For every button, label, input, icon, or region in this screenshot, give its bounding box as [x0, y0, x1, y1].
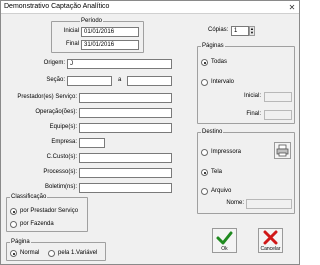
periodo-inicial-input[interactable]: 01/01/2016 [81, 27, 139, 37]
paginas-inicial-label: Inicial: [243, 93, 261, 99]
periodo-inicial-label: Inicial [63, 28, 79, 34]
secao-to-input[interactable] [127, 76, 172, 86]
pagina-legend: Página [10, 238, 31, 246]
secao-separator: a [118, 77, 122, 83]
operacao-input[interactable] [79, 108, 172, 118]
destino-legend: Destino [201, 128, 224, 136]
printer-setup-button[interactable] [274, 142, 291, 159]
processo-input[interactable] [79, 168, 172, 178]
equipe-label: Equipe(s): [49, 124, 77, 130]
origem-label: Origem: [43, 60, 65, 66]
ok-button[interactable]: Ok [212, 228, 237, 253]
report-dialog: Demonstrativo Captação Analítico ✕ Perío… [0, 0, 300, 265]
boletim-label: Boletim(ns): [44, 184, 77, 190]
empresa-input[interactable] [79, 138, 105, 148]
secao-label: Seção: [46, 77, 65, 83]
paginas-todas-radio[interactable] [201, 59, 208, 66]
destino-tela-radio[interactable] [201, 169, 208, 176]
prestador-label: Prestador(es) Serviço: [17, 94, 77, 100]
destino-impressora-label: Impressora [211, 149, 242, 155]
pagina-normal-radio[interactable] [10, 250, 17, 257]
ccusto-label: C.Custo(s): [46, 154, 77, 160]
paginas-final-input[interactable] [264, 110, 292, 120]
prestador-input[interactable] [79, 93, 172, 103]
title-bar: Demonstrativo Captação Analítico ✕ [1, 1, 299, 14]
pagina-variavel-label: pela 1.Variável [58, 250, 98, 256]
processo-label: Processo(s): [43, 169, 77, 175]
operacao-label: Operação(ões): [35, 109, 77, 115]
equipe-input[interactable] [79, 123, 172, 133]
ccusto-input[interactable] [79, 153, 172, 163]
cancel-x-icon [263, 230, 278, 245]
periodo-legend: Período [80, 17, 104, 25]
window-title: Demonstrativo Captação Analítico [4, 3, 110, 10]
paginas-inicial-input[interactable] [264, 92, 292, 102]
paginas-final-label: Final: [246, 111, 261, 117]
copias-input[interactable]: 1 [231, 26, 249, 36]
pagina-normal-label: Normal [20, 250, 40, 256]
empresa-label: Empresa: [51, 139, 77, 145]
cancel-button[interactable]: Cancelar [258, 228, 283, 253]
cancel-button-label: Cancelar [260, 246, 281, 252]
destino-tela-label: Tela [211, 169, 223, 175]
ok-button-label: Ok [221, 246, 228, 252]
periodo-final-label: Final [65, 41, 79, 47]
close-icon[interactable]: ✕ [287, 3, 297, 12]
paginas-todas-label: Todas [211, 59, 228, 65]
copias-spinner[interactable]: ▲ ▼ [249, 26, 255, 36]
destino-nome-label: Nome: [226, 200, 244, 206]
classificacao-prestador-label: por Prestador Serviço [20, 208, 79, 214]
classificacao-prestador-radio[interactable] [10, 208, 17, 215]
destino-impressora-radio[interactable] [201, 149, 208, 156]
destino-arquivo-radio[interactable] [201, 188, 208, 195]
paginas-legend: Páginas [201, 42, 225, 50]
classificacao-fazenda-radio[interactable] [10, 221, 17, 228]
paginas-intervalo-radio[interactable] [201, 79, 208, 86]
destino-arquivo-label: Arquivo [211, 188, 232, 194]
origem-input[interactable]: J [67, 59, 172, 69]
secao-from-input[interactable] [67, 76, 112, 86]
destino-nome-input[interactable] [246, 199, 292, 209]
checkmark-icon [216, 231, 233, 245]
printer-icon [276, 144, 289, 157]
copias-label: Cópias: [208, 27, 229, 33]
classificacao-legend: Classificação [10, 193, 48, 201]
spin-down-icon[interactable]: ▼ [250, 31, 254, 35]
periodo-final-input[interactable]: 31/01/2016 [81, 40, 139, 50]
classificacao-fazenda-label: por Fazenda [20, 221, 54, 227]
boletim-input[interactable] [79, 183, 172, 193]
pagina-variavel-radio[interactable] [48, 250, 55, 257]
paginas-intervalo-label: Intervalo [211, 79, 235, 85]
